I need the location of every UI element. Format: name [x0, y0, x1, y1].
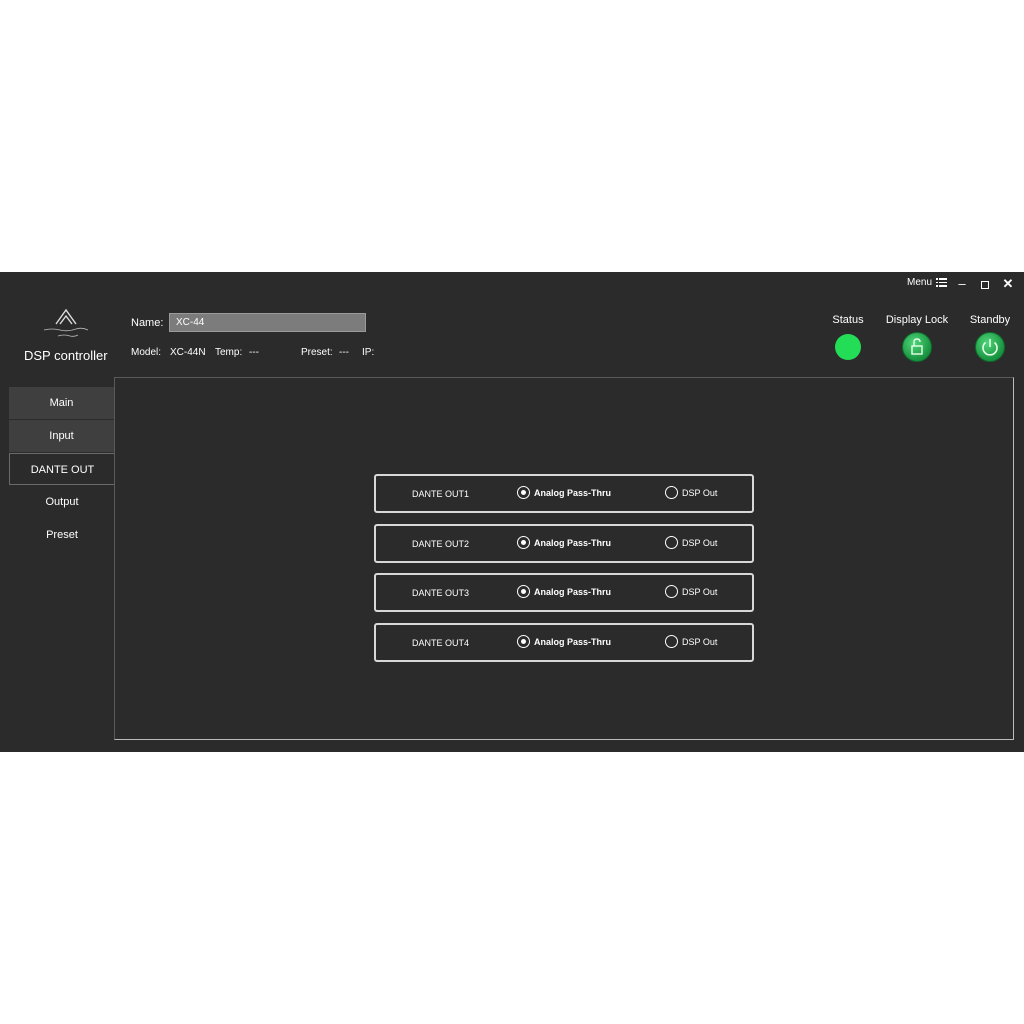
dsp-out-radio[interactable]: DSP Out [665, 536, 717, 549]
temp-value: --- [249, 347, 259, 358]
radio-unselected-icon [665, 635, 678, 648]
radio-selected-icon [517, 536, 530, 549]
dante-out-label: DANTE OUT2 [412, 539, 470, 549]
radio-unselected-icon [665, 486, 678, 499]
sidebar-item-input[interactable]: Input [9, 420, 115, 452]
dante-out-row: DANTE OUT2 Analog Pass-Thru DSP Out [374, 524, 754, 563]
radio-label: Analog Pass-Thru [534, 487, 612, 498]
dante-out-label: DANTE OUT3 [412, 588, 470, 598]
analog-pass-thru-radio[interactable]: Analog Pass-Thru [517, 536, 611, 549]
radio-label: DSP Out [682, 636, 718, 647]
sidebar-item-dante-out[interactable]: DANTE OUT [9, 453, 115, 485]
preset-label: Preset: [301, 347, 333, 358]
unlock-icon[interactable] [902, 332, 932, 362]
display-lock-label: Display Lock [885, 314, 949, 326]
sidebar-nav: Main Input DANTE OUT Output Preset [9, 387, 115, 552]
radio-selected-icon [517, 486, 530, 499]
radio-unselected-icon [665, 585, 678, 598]
radio-label: DSP Out [682, 586, 718, 597]
ip-label: IP: [362, 347, 375, 358]
maximize-icon[interactable] [976, 275, 994, 293]
list-icon [936, 278, 947, 287]
power-icon[interactable] [975, 332, 1005, 362]
temp-label: Temp: [215, 347, 243, 358]
display-lock-control[interactable]: Display Lock [884, 314, 950, 362]
radio-label: Analog Pass-Thru [534, 537, 612, 548]
preset-value: --- [339, 347, 349, 358]
status-indicator: Status [826, 314, 870, 360]
dsp-out-radio[interactable]: DSP Out [665, 635, 717, 648]
radio-selected-icon [517, 635, 530, 648]
device-name-field[interactable]: XC-44 [169, 313, 366, 332]
analog-pass-thru-radio[interactable]: Analog Pass-Thru [517, 486, 611, 499]
analog-pass-thru-radio[interactable]: Analog Pass-Thru [517, 635, 611, 648]
radio-selected-icon [517, 585, 530, 598]
menu-button[interactable]: Menu [907, 277, 947, 288]
close-icon[interactable]: ✕ [999, 275, 1017, 293]
app-title: DSP controller [24, 348, 108, 363]
dante-out-row: DANTE OUT1 Analog Pass-Thru DSP Out [374, 474, 754, 513]
radio-label: DSP Out [682, 487, 718, 498]
radio-label: DSP Out [682, 537, 718, 548]
standby-label: Standby [969, 314, 1011, 326]
dante-out-label: DANTE OUT1 [412, 489, 470, 499]
dsp-out-radio[interactable]: DSP Out [665, 486, 717, 499]
analog-pass-thru-radio[interactable]: Analog Pass-Thru [517, 585, 611, 598]
sidebar-item-preset[interactable]: Preset [9, 519, 115, 551]
radio-unselected-icon [665, 536, 678, 549]
model-label: Model: [131, 347, 162, 358]
app-window: Menu – ✕ DSP controller Name: XC-44 Mode… [0, 272, 1024, 752]
model-value: XC-44N [170, 347, 206, 358]
minimize-icon[interactable]: – [953, 275, 971, 293]
sidebar-item-main[interactable]: Main [9, 387, 115, 419]
radio-label: Analog Pass-Thru [534, 636, 612, 647]
status-led-icon [835, 334, 861, 360]
dante-out-label: DANTE OUT4 [412, 638, 470, 648]
dante-out-row: DANTE OUT4 Analog Pass-Thru DSP Out [374, 623, 754, 662]
standby-control[interactable]: Standby [966, 314, 1014, 362]
radio-label: Analog Pass-Thru [534, 586, 612, 597]
dante-out-panel: DANTE OUT1 Analog Pass-Thru DSP Out DANT… [114, 377, 1014, 740]
menu-label: Menu [906, 277, 932, 288]
name-label: Name: [131, 317, 164, 329]
sidebar-item-output[interactable]: Output [9, 486, 115, 518]
status-label: Status [832, 314, 864, 326]
title-bar: Menu – ✕ [0, 272, 1024, 294]
dante-out-row: DANTE OUT3 Analog Pass-Thru DSP Out [374, 573, 754, 612]
dsp-out-radio[interactable]: DSP Out [665, 585, 717, 598]
